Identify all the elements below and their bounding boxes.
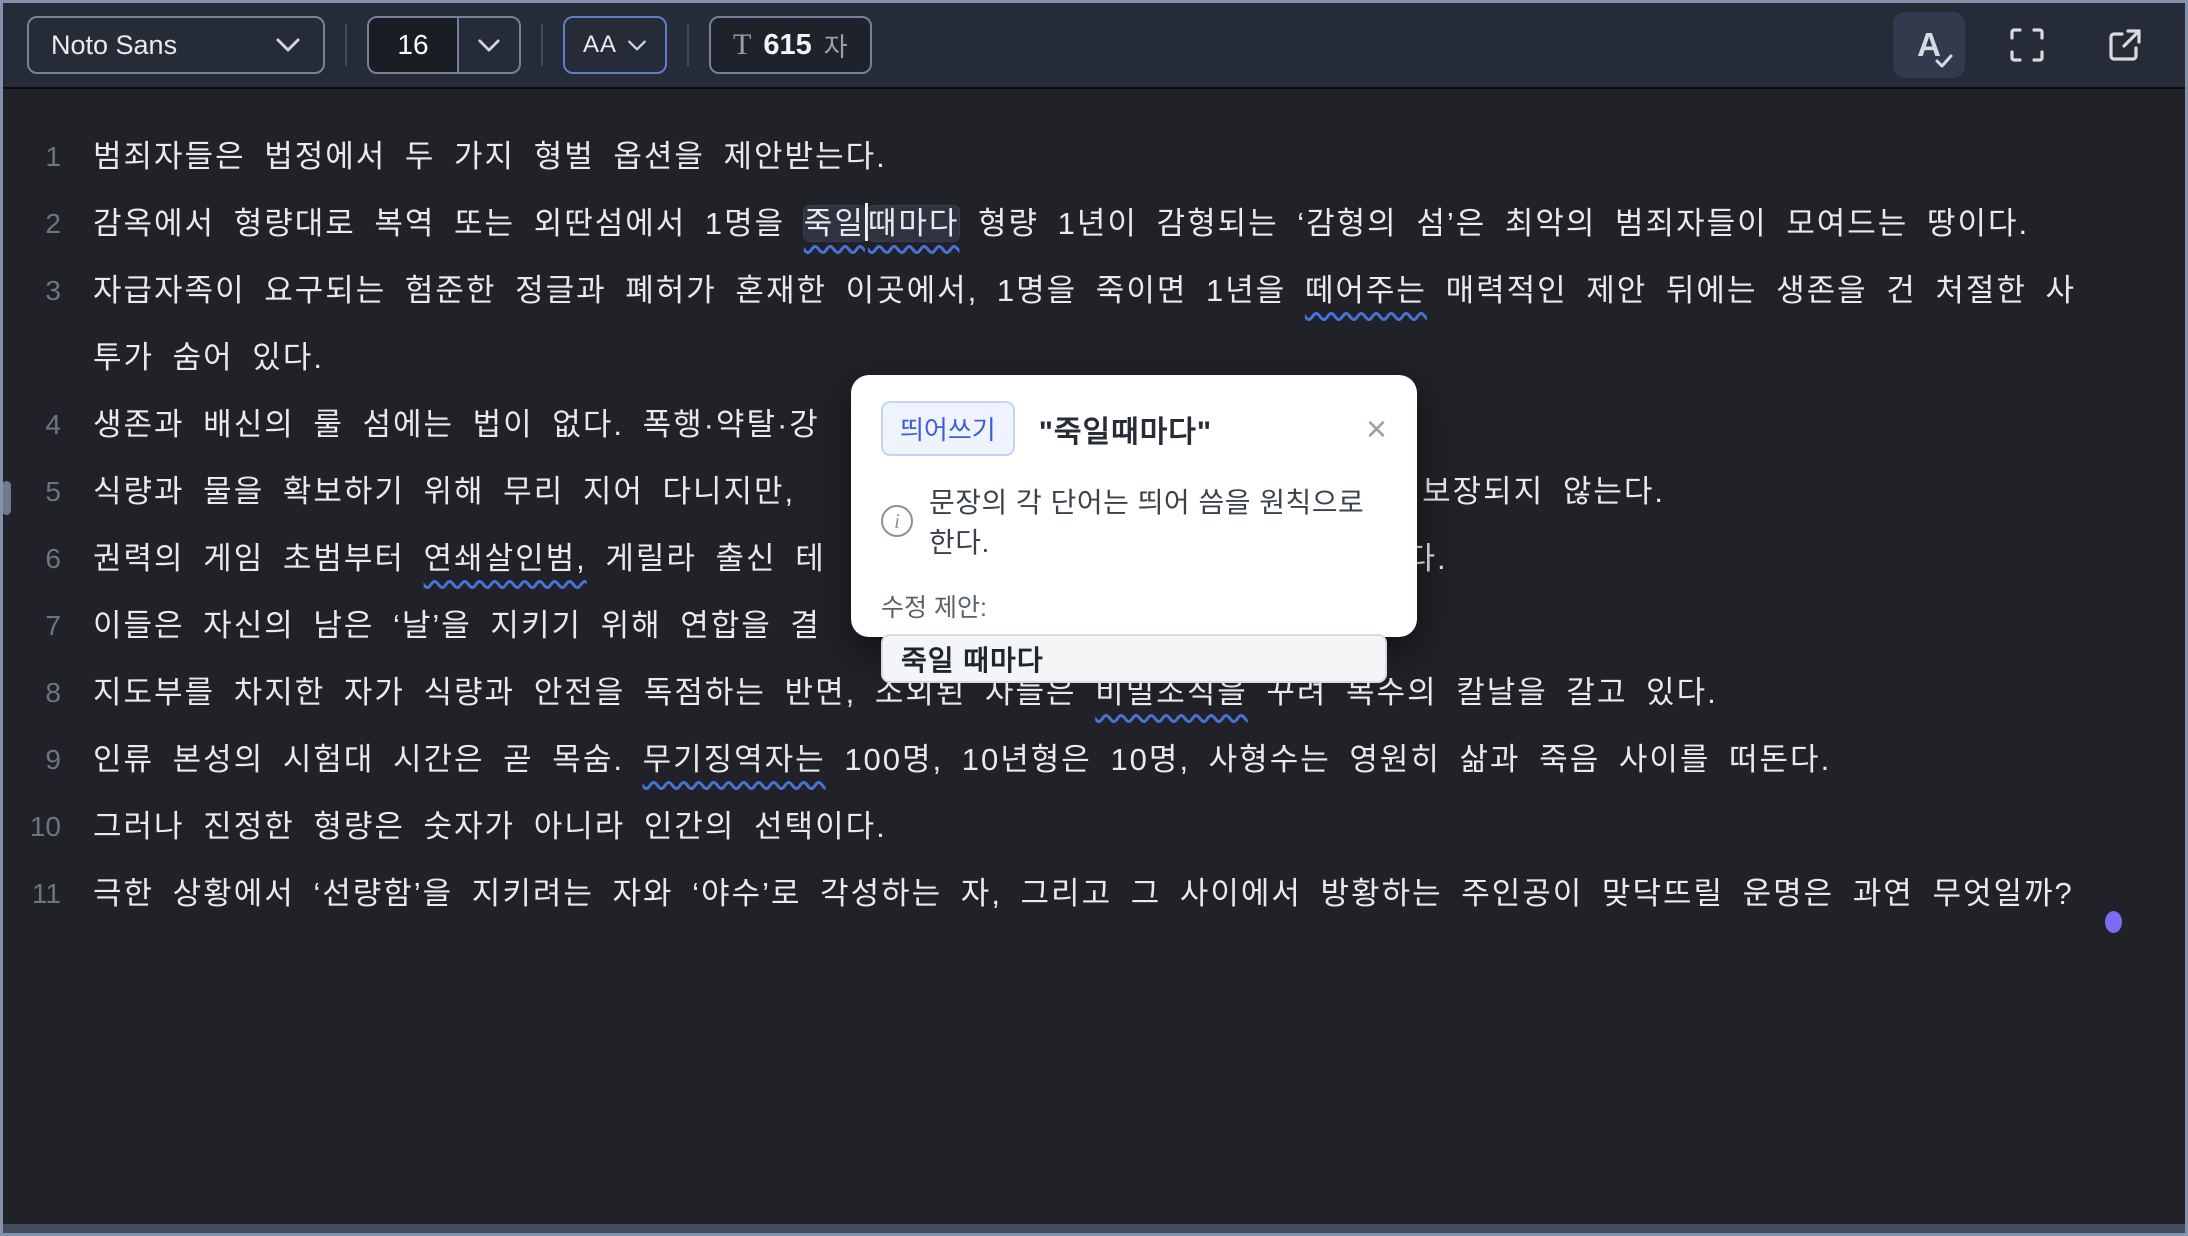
flagged-word[interactable]: 때마다 — [868, 206, 960, 241]
open-external-button[interactable] — [2089, 12, 2161, 78]
text-segment: 형량 1년이 감형되는 ‘감형의 섬’은 최악의 범죄자들이 모여드는 땅이다. — [959, 206, 2029, 241]
letter-case-button[interactable]: AA — [563, 16, 667, 74]
editor-line[interactable]: 9인류 본성의 시험대 시간은 곧 목숨. 무기징역자는 100명, 10년형은… — [3, 726, 2185, 793]
window-edge-handle[interactable] — [2, 481, 11, 515]
chevron-down-icon — [477, 38, 501, 53]
flagged-word[interactable]: 연쇄살인범, — [424, 541, 587, 576]
letter-case-label: AA — [583, 31, 617, 59]
font-size-control: 16 — [367, 16, 521, 74]
window-bottom-bar — [3, 1224, 2185, 1233]
popup-header: 띄어쓰기 "죽일때마다" × — [881, 401, 1387, 456]
line-number: 4 — [3, 391, 93, 458]
font-family-value: Noto Sans — [51, 30, 177, 61]
text-segment: 100명, 10년형은 10명, 사형수는 영원히 삶과 죽음 사이를 떠돈다. — [826, 742, 1831, 777]
text-segment: 극한 상황에서 ‘선량함’을 지키려는 자와 ‘야수’로 각성하는 자, 그리고… — [93, 876, 2074, 911]
collaborator-cursor-dot — [2105, 911, 2122, 933]
toolbar: Noto Sans 16 AA T 615 자 A — [3, 3, 2185, 89]
line-number: 9 — [3, 726, 93, 793]
line-text: 자급자족이 요구되는 험준한 정글과 폐허가 혼재한 이곳에서, 1명을 죽이면… — [93, 257, 2185, 324]
toolbar-divider — [541, 24, 543, 66]
font-family-select[interactable]: Noto Sans — [27, 16, 325, 74]
text-segment: 권력의 게임 초범부터 — [93, 541, 424, 576]
popup-rule-row: i 문장의 각 단어는 띄어 씀을 원칙으로 한다. — [881, 481, 1387, 561]
text-segment: 매력적인 제안 뒤에는 생존을 건 처절한 사 — [1427, 273, 2076, 308]
char-count-unit: 자 — [824, 27, 848, 64]
font-size-value[interactable]: 16 — [369, 18, 457, 72]
spellcheck-toggle-button[interactable]: A — [1893, 12, 1965, 78]
rule-description: 문장의 각 단어는 띄어 씀을 원칙으로 한다. — [929, 481, 1387, 561]
info-icon: i — [881, 505, 913, 537]
flagged-word[interactable]: 죽일 — [804, 206, 865, 241]
open-external-icon — [2106, 26, 2144, 64]
app-window: Noto Sans 16 AA T 615 자 A — [0, 0, 2188, 1236]
close-icon[interactable]: × — [1366, 411, 1387, 447]
toolbar-right-group: A — [1893, 12, 2161, 78]
char-count-value: 615 — [763, 29, 811, 62]
text-segment: 범죄자들은 법정에서 두 가지 형벌 옵션을 제안받는다. — [93, 139, 887, 174]
line-number: 8 — [3, 659, 93, 726]
editor-line[interactable]: 2감옥에서 형량대로 복역 또는 외딴섬에서 1명을 죽일때마다 형량 1년이 … — [3, 190, 2185, 257]
line-text: 극한 상황에서 ‘선량함’을 지키려는 자와 ‘야수’로 각성하는 자, 그리고… — [93, 860, 2185, 927]
spellcheck-popup: 띄어쓰기 "죽일때마다" × i 문장의 각 단어는 띄어 씀을 원칙으로 한다… — [851, 375, 1417, 637]
editor-line[interactable]: 1범죄자들은 법정에서 두 가지 형벌 옵션을 제안받는다. — [3, 123, 2185, 190]
toolbar-divider — [687, 24, 689, 66]
line-number: 1 — [3, 123, 93, 190]
line-number: 3 — [3, 257, 93, 324]
chevron-down-icon — [627, 39, 647, 52]
text-segment: 자급자족이 요구되는 험준한 정글과 폐허가 혼재한 이곳에서, 1명을 죽이면… — [93, 273, 1305, 308]
suggestion-label: 수정 제안: — [881, 588, 1387, 624]
line-number: 10 — [3, 793, 93, 860]
text-segment: 식량과 물을 확보하기 위해 무리 지어 다니지만, — [93, 474, 814, 509]
text-segment: 이들은 자신의 남은 ‘날’을 지키기 위해 연합을 결 — [93, 608, 821, 643]
line-text: 그러나 진정한 형량은 숫자가 아니라 인간의 선택이다. — [93, 793, 2185, 860]
text-segment: 투가 숨어 있다. — [93, 340, 324, 375]
line-text: 범죄자들은 법정에서 두 가지 형벌 옵션을 제안받는다. — [93, 123, 2185, 190]
line-text: 감옥에서 형량대로 복역 또는 외딴섬에서 1명을 죽일때마다 형량 1년이 감… — [93, 190, 2185, 257]
line-number: 2 — [3, 190, 93, 257]
line-number: 7 — [3, 592, 93, 659]
char-count-badge: T 615 자 — [709, 16, 872, 74]
editor-line[interactable]: 11극한 상황에서 ‘선량함’을 지키려는 자와 ‘야수’로 각성하는 자, 그… — [3, 860, 2185, 927]
chevron-down-icon — [275, 37, 301, 53]
text-segment: 생존과 배신의 룰 섬에는 법이 없다. 폭행·약탈·강 — [93, 407, 820, 442]
fullscreen-icon — [2008, 26, 2046, 64]
editor-line[interactable]: 3자급자족이 요구되는 험준한 정글과 폐허가 혼재한 이곳에서, 1명을 죽이… — [3, 257, 2185, 324]
text-segment: 그러나 진정한 형량은 숫자가 아니라 인간의 선택이다. — [93, 809, 887, 844]
suggestion-input[interactable] — [881, 634, 1387, 683]
text-segment: 게릴라 출신 테 — [587, 541, 826, 576]
line-number: 6 — [3, 525, 93, 592]
line-number: 11 — [3, 860, 93, 927]
flagged-word[interactable]: 떼어주는 — [1305, 273, 1427, 308]
font-size-dropdown[interactable] — [457, 18, 519, 72]
flagged-word: "죽일때마다" — [1039, 407, 1212, 451]
editor-line[interactable]: 10그러나 진정한 형량은 숫자가 아니라 인간의 선택이다. — [3, 793, 2185, 860]
line-number — [3, 324, 93, 391]
text-segment: 인류 본성의 시험대 시간은 곧 목숨. — [93, 742, 643, 777]
rule-type-badge[interactable]: 띄어쓰기 — [881, 401, 1015, 456]
spellcheck-check-icon — [1935, 54, 1953, 68]
line-number: 5 — [3, 458, 93, 525]
text-tool-icon: T — [733, 28, 751, 62]
flagged-word[interactable]: 무기징역자는 — [643, 742, 826, 777]
text-segment: 감옥에서 형량대로 복역 또는 외딴섬에서 1명을 — [93, 206, 804, 241]
line-text: 인류 본성의 시험대 시간은 곧 목숨. 무기징역자는 100명, 10년형은 … — [93, 726, 2185, 793]
fullscreen-button[interactable] — [1991, 12, 2063, 78]
toolbar-divider — [345, 24, 347, 66]
